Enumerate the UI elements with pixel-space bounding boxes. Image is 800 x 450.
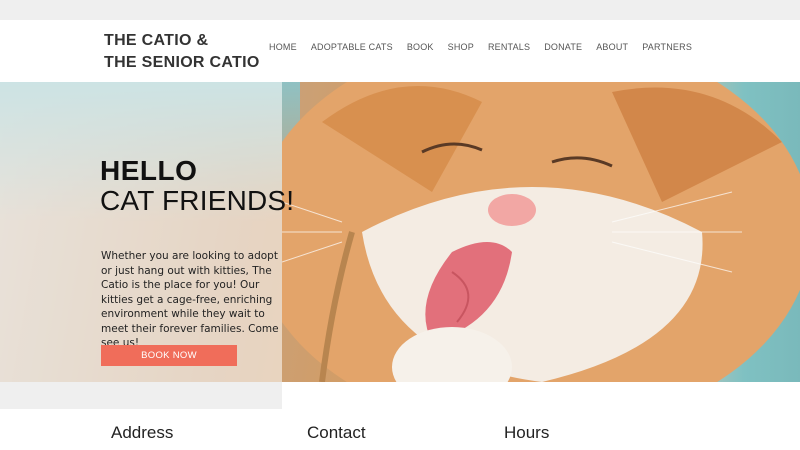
hero-title-line-2: CAT FRIENDS! xyxy=(100,185,295,216)
site-logo[interactable]: THE CATIO & THE SENIOR CATIO xyxy=(104,30,260,74)
nav-shop[interactable]: SHOP xyxy=(441,42,481,52)
nav-partners[interactable]: PARTNERS xyxy=(635,42,699,52)
nav-donate[interactable]: DONATE xyxy=(537,42,589,52)
book-now-button[interactable]: BOOK NOW xyxy=(101,345,237,366)
brand-line-2: THE SENIOR CATIO xyxy=(104,54,260,71)
hero-title: HELLO CAT FRIENDS! xyxy=(100,156,294,216)
nav-adoptable-cats[interactable]: ADOPTABLE CATS xyxy=(304,42,400,52)
brand-line-1: THE CATIO & xyxy=(104,32,209,49)
cat-photo-icon xyxy=(282,82,800,382)
site-header: THE CATIO & THE SENIOR CATIO HOME ADOPTA… xyxy=(0,20,800,83)
nav-book[interactable]: BOOK xyxy=(400,42,441,52)
hero-section: HELLO CAT FRIENDS! Whether you are looki… xyxy=(0,82,800,382)
hero-description: Whether you are looking to adopt or just… xyxy=(101,250,279,349)
contact-heading: Contact xyxy=(307,423,366,442)
hero-title-line-1: HELLO xyxy=(100,155,198,186)
main-nav: HOME ADOPTABLE CATS BOOK SHOP RENTALS DO… xyxy=(262,42,699,52)
address-heading: Address xyxy=(111,423,174,442)
hours-heading: Hours xyxy=(504,423,550,442)
nav-rentals[interactable]: RENTALS xyxy=(481,42,537,52)
hero-bottom-strip xyxy=(0,382,282,409)
top-strip xyxy=(0,0,800,20)
nav-about[interactable]: ABOUT xyxy=(589,42,635,52)
nav-home[interactable]: HOME xyxy=(262,42,304,52)
